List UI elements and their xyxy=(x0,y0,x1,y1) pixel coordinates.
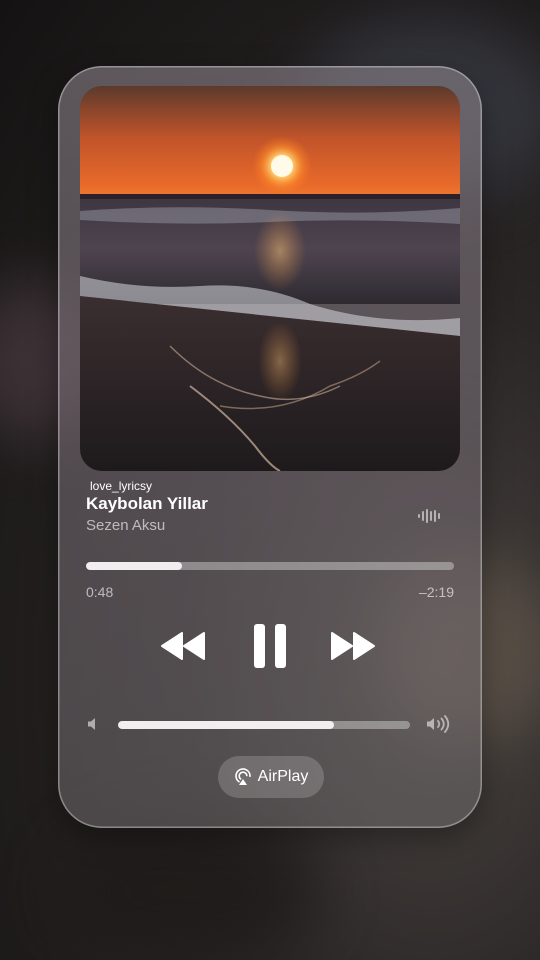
elapsed-time: 0:48 xyxy=(86,584,114,600)
pause-button[interactable] xyxy=(248,621,292,671)
lock-screen-background: love_lyricsy Kaybolan Yillar Sezen Aksu … xyxy=(0,0,540,960)
track-artist: Sezen Aksu xyxy=(86,517,166,534)
album-artwork[interactable] xyxy=(80,86,460,471)
speaker-high-icon xyxy=(427,715,450,733)
fast-forward-icon xyxy=(331,632,375,660)
source-label: love_lyricsy xyxy=(90,479,153,493)
track-title: Kaybolan Yillar xyxy=(86,494,208,513)
volume-slider[interactable] xyxy=(118,721,410,729)
speaker-low-icon xyxy=(88,718,95,730)
background-blur xyxy=(60,820,320,960)
airplay-icon xyxy=(234,768,251,785)
fast-forward-button[interactable] xyxy=(328,621,378,671)
playback-progress-fill xyxy=(86,562,182,570)
pause-icon xyxy=(254,624,286,668)
now-playing-card: love_lyricsy Kaybolan Yillar Sezen Aksu … xyxy=(58,66,482,828)
playback-scrubber[interactable] xyxy=(86,562,454,570)
rewind-icon xyxy=(161,632,205,660)
remaining-time: –2:19 xyxy=(418,584,454,600)
airplay-label: AirPlay xyxy=(257,768,309,785)
volume-level-fill xyxy=(118,721,335,729)
airplay-button[interactable]: AirPlay xyxy=(218,756,324,798)
rewind-button[interactable] xyxy=(158,621,208,671)
audio-wave-icon xyxy=(418,509,440,523)
